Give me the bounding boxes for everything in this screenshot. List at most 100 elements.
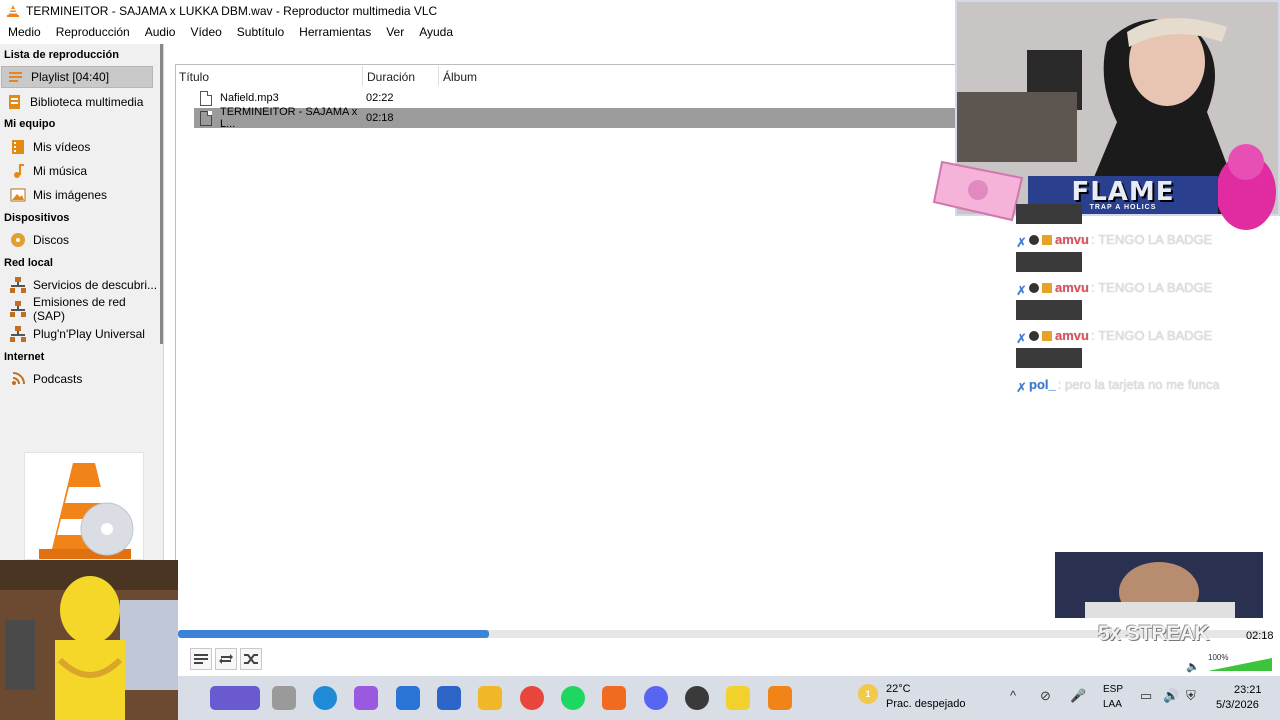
chat-text: TENGO LA BADGE: [1098, 232, 1213, 247]
sidebar-scrollbar[interactable]: [160, 44, 163, 344]
menu-ver[interactable]: Ver: [378, 25, 411, 39]
sidebar-item-label: Mis imágenes: [33, 188, 108, 202]
playlist-row-selected[interactable]: TERMINEITOR - SAJAMA x L... 02:18: [194, 106, 956, 130]
column-duration[interactable]: Duración: [367, 70, 415, 84]
streak-label: 5x STREAK: [1098, 622, 1210, 645]
sidebar-item-label: Podcasts: [33, 372, 83, 386]
sidebar-header-devices: Dispositivos: [4, 212, 70, 224]
sidebar-item-discovery[interactable]: Servicios de descubri...: [10, 274, 160, 296]
outlook-icon[interactable]: [437, 686, 461, 710]
window-title: TERMINEITOR - SAJAMA x LUKKA DBM.wav - R…: [26, 4, 438, 18]
seek-progress: [178, 630, 489, 638]
sub-badge-icon: [1042, 234, 1052, 245]
shield-icon[interactable]: ⛨: [1186, 688, 1196, 704]
menu-medio[interactable]: Medio: [0, 25, 48, 39]
sidebar-item-label: Mis vídeos: [33, 140, 91, 154]
sidebar-item-sap[interactable]: Emisiones de red (SAP): [10, 295, 160, 323]
sub-badge-icon: [1042, 282, 1052, 293]
clock-date[interactable]: 5/3/2026: [1216, 699, 1259, 711]
volume-slider[interactable]: [1206, 654, 1274, 672]
sidebar-header-my-computer: Mi equipo: [4, 118, 56, 130]
chat-emote: [1016, 348, 1082, 368]
album-art: [24, 452, 144, 560]
sword-badge-icon: ✗: [1016, 330, 1027, 346]
sidebar-item-music[interactable]: Mi música: [10, 160, 160, 182]
playlist-row[interactable]: Nafield.mp3 02:22: [194, 88, 956, 108]
chat-message: ✗ pol_: pero la tarjeta no me funca: [1016, 377, 1220, 395]
sidebar-item-discs[interactable]: Discos: [10, 229, 160, 251]
music-note-icon: [10, 163, 26, 179]
language-code[interactable]: ESP: [1103, 684, 1123, 695]
display-icon[interactable]: ▭: [1140, 688, 1152, 704]
clock-time[interactable]: 23:21: [1234, 684, 1262, 696]
chat-emote: [1016, 204, 1082, 224]
chat-username: amvu: [1055, 328, 1089, 343]
chat-username: amvu: [1055, 280, 1089, 295]
tray-chevron-icon[interactable]: ^: [1010, 688, 1016, 703]
chat-username: pol_: [1029, 377, 1056, 392]
sidebar-item-label: Playlist [04:40]: [31, 70, 110, 84]
spotify-icon[interactable]: [561, 686, 585, 710]
streak-video: [1055, 552, 1263, 618]
list-icon: [194, 654, 208, 664]
menu-reproduccion[interactable]: Reproducción: [48, 25, 137, 39]
chat-text: TENGO LA BADGE: [1098, 328, 1213, 343]
column-album[interactable]: Álbum: [443, 70, 477, 84]
playlist-toggle-button[interactable]: [190, 648, 212, 670]
vlc-logo-icon: [6, 4, 20, 18]
chrome-icon[interactable]: [520, 686, 544, 710]
repeat-icon: [219, 654, 233, 664]
keyboard-layout[interactable]: LAA: [1103, 699, 1122, 710]
chat-text: TENGO LA BADGE: [1098, 280, 1213, 295]
folder-icon[interactable]: [478, 686, 502, 710]
task-view-icon[interactable]: [272, 686, 296, 710]
column-title[interactable]: Título: [179, 70, 209, 84]
speaker-icon[interactable]: 🔈: [1186, 660, 1200, 673]
shuffle-button[interactable]: [240, 648, 262, 670]
sidebar-item-upnp[interactable]: Plug'n'Play Universal: [10, 323, 160, 345]
loop-button[interactable]: [215, 648, 237, 670]
menu-herramientas[interactable]: Herramientas: [291, 25, 378, 39]
sidebar-item-label: Plug'n'Play Universal: [33, 327, 145, 341]
volume-tray-icon[interactable]: 🔊: [1163, 688, 1179, 704]
column-separator[interactable]: [438, 66, 439, 86]
chat-username: amvu: [1055, 232, 1089, 247]
microphone-icon[interactable]: 🎤: [1070, 688, 1086, 704]
sidebar-item-label: Discos: [33, 233, 70, 247]
column-separator[interactable]: [362, 66, 363, 86]
banner-subtitle: TRAP A HOLICS: [1089, 203, 1157, 211]
sidebar-item-videos[interactable]: Mis vídeos: [10, 136, 160, 158]
video-icon: [10, 139, 26, 155]
sidebar-item-library[interactable]: Biblioteca multimedia: [7, 91, 157, 113]
menu-audio[interactable]: Audio: [137, 25, 183, 39]
weather-icon[interactable]: 1: [858, 684, 878, 704]
obs-icon[interactable]: [685, 686, 709, 710]
chat-emote: [1016, 300, 1082, 320]
sidebar-item-label: Biblioteca multimedia: [30, 95, 144, 109]
sidebar-item-images[interactable]: Mis imágenes: [10, 184, 160, 206]
menu-ayuda[interactable]: Ayuda: [411, 25, 460, 39]
sidebar-item-label: Emisiones de red (SAP): [33, 295, 126, 323]
shuffle-icon: [244, 654, 258, 664]
store-icon[interactable]: [396, 686, 420, 710]
edge-icon[interactable]: [313, 686, 337, 710]
sticky-notes-icon[interactable]: [726, 686, 750, 710]
vlc-taskbar-icon[interactable]: [768, 686, 792, 710]
network-icon: [10, 277, 26, 293]
sidebar-item-label: Servicios de descubri...: [33, 278, 158, 292]
character-sticker: [0, 560, 178, 720]
network-icon: [10, 326, 26, 342]
network-off-icon[interactable]: ⊘: [1040, 688, 1051, 704]
discord-icon[interactable]: [644, 686, 668, 710]
sword-badge-icon: ✗: [1016, 379, 1027, 395]
sidebar-header-internet: Internet: [4, 351, 45, 363]
copilot-icon[interactable]: [354, 686, 378, 710]
sidebar-item-playlist[interactable]: Playlist [04:40]: [1, 66, 153, 88]
widgets-icon[interactable]: [210, 686, 260, 710]
sidebar-item-podcasts[interactable]: Podcasts: [10, 368, 160, 390]
sidebar-header-lan: Red local: [4, 257, 53, 269]
soundcloud-icon[interactable]: [602, 686, 626, 710]
menu-subtitulo[interactable]: Subtítulo: [229, 25, 291, 39]
chat-emote: [1016, 252, 1082, 272]
menu-video[interactable]: Vídeo: [182, 25, 228, 39]
